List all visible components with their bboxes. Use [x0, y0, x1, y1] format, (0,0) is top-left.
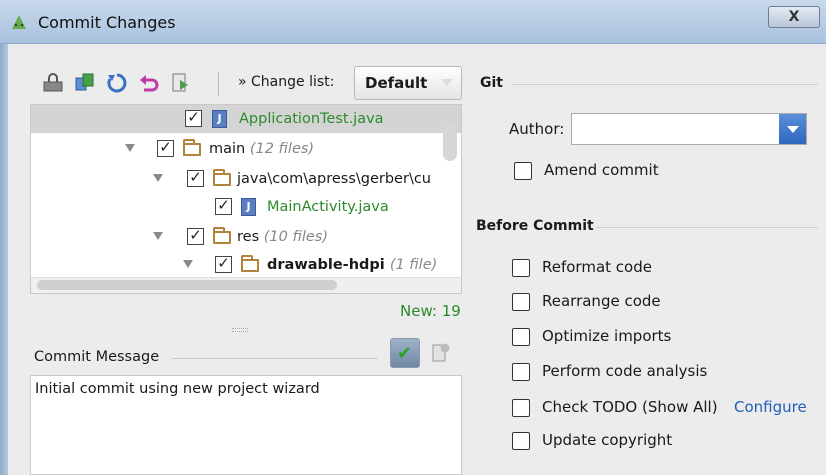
commit-message-label: Commit Message [34, 349, 160, 365]
chevron-down-icon [441, 79, 453, 86]
tree-row[interactable]: ✓ main (12 files) [31, 135, 461, 163]
divider [596, 227, 818, 228]
tree-row-label: main (12 files) [209, 141, 314, 157]
file-checkbox[interactable]: ✓ [215, 198, 232, 215]
folder-icon [241, 255, 259, 272]
window-frame [0, 44, 8, 475]
rollback-icon[interactable] [138, 72, 160, 94]
tree-row-label: res (10 files) [237, 229, 328, 245]
option-label: Update copyright [542, 431, 673, 449]
folder-name: main [209, 141, 246, 157]
before-commit-section-title: Before Commit [476, 218, 594, 234]
horizontal-scrollbar[interactable] [37, 280, 337, 290]
splitter-grip[interactable] [232, 328, 248, 332]
commit-message-input[interactable]: Initial commit using new project wizard [30, 375, 462, 475]
java-file-icon: J [241, 198, 256, 216]
tree-row-label: java\com\apress\gerber\cu [237, 171, 431, 187]
tree-row[interactable]: ✓ J MainActivity.java [31, 193, 461, 221]
amend-commit-label: Amend commit [544, 161, 659, 179]
commit-history-icon[interactable] [432, 342, 450, 364]
android-icon [12, 15, 26, 29]
file-count: (1 file) [389, 257, 438, 273]
tree-row[interactable]: ✓ J ApplicationTest.java [31, 105, 461, 133]
author-label: Author: [509, 120, 565, 138]
expand-toggle-icon[interactable] [153, 174, 163, 182]
folder-name: res [237, 229, 260, 245]
expand-toggle-icon[interactable] [183, 260, 193, 268]
folder-icon [213, 227, 231, 244]
option-label: Reformat code [542, 258, 652, 276]
changed-files-tree[interactable]: ✓ J ApplicationTest.java ✓ main (12 file… [30, 104, 462, 294]
divider [512, 84, 818, 85]
divider [172, 358, 378, 359]
author-dropdown-button[interactable] [779, 114, 806, 144]
checkbox-box[interactable] [512, 259, 530, 277]
java-file-icon: J [212, 110, 227, 128]
changelist-label-text: Change list: [251, 74, 335, 90]
jump-to-source-icon[interactable] [170, 72, 192, 94]
refresh-icon[interactable] [106, 72, 128, 94]
file-checkbox[interactable]: ✓ [185, 110, 202, 127]
move-to-changelist-icon[interactable] [74, 72, 96, 94]
title-bar: Commit Changes X [0, 0, 826, 44]
toolbar-separator [218, 72, 219, 96]
folder-name: drawable-hdpi [267, 257, 385, 273]
tree-row-label: ApplicationTest.java [239, 111, 384, 127]
window-title: Commit Changes [38, 13, 176, 32]
expand-toggle-icon[interactable] [153, 232, 163, 240]
new-files-count: New: 19 [400, 302, 461, 320]
tree-row-label: MainActivity.java [267, 199, 389, 215]
tree-row[interactable]: ✓ res (10 files) [31, 223, 461, 251]
spellcheck-icon: ✔ [397, 343, 413, 364]
checkbox-box[interactable] [512, 363, 530, 381]
changelist-prefix: » [238, 74, 252, 90]
checkbox-box[interactable] [512, 293, 530, 311]
close-button[interactable]: X [768, 6, 820, 28]
tree-row[interactable]: ✓ java\com\apress\gerber\cu [31, 165, 461, 193]
folder-icon [183, 139, 201, 156]
show-diff-icon[interactable] [42, 72, 64, 94]
author-input[interactable] [571, 113, 807, 145]
chevron-down-icon [787, 126, 799, 133]
tree-row-label: drawable-hdpi (1 file) [267, 257, 437, 273]
file-count: (10 files) [263, 229, 328, 245]
checkbox-box[interactable] [512, 328, 530, 346]
file-count: (12 files) [249, 141, 315, 157]
expand-toggle-icon[interactable] [125, 144, 135, 152]
tree-row[interactable]: ✓ drawable-hdpi (1 file) [31, 251, 461, 279]
changelist-label: » Change list: [238, 74, 334, 90]
spellcheck-button[interactable]: ✔ [390, 338, 420, 368]
git-section-title: Git [480, 75, 503, 91]
folder-icon [213, 169, 231, 186]
changelist-select[interactable]: Default [354, 66, 462, 100]
folder-checkbox[interactable]: ✓ [157, 140, 174, 157]
option-label: Optimize imports [542, 327, 672, 345]
folder-checkbox[interactable]: ✓ [187, 228, 204, 245]
option-label: Check TODO (Show All) [542, 398, 718, 416]
vertical-scrollbar[interactable] [443, 123, 457, 161]
checkbox-box[interactable] [514, 162, 532, 180]
checkbox-box[interactable] [512, 399, 530, 417]
option-label: Perform code analysis [542, 362, 708, 380]
changelist-value: Default [365, 74, 428, 92]
folder-checkbox[interactable]: ✓ [187, 170, 204, 187]
configure-link[interactable]: Configure [734, 398, 807, 416]
folder-checkbox[interactable]: ✓ [215, 256, 232, 273]
checkbox-box[interactable] [512, 432, 530, 450]
option-label: Rearrange code [542, 292, 661, 310]
